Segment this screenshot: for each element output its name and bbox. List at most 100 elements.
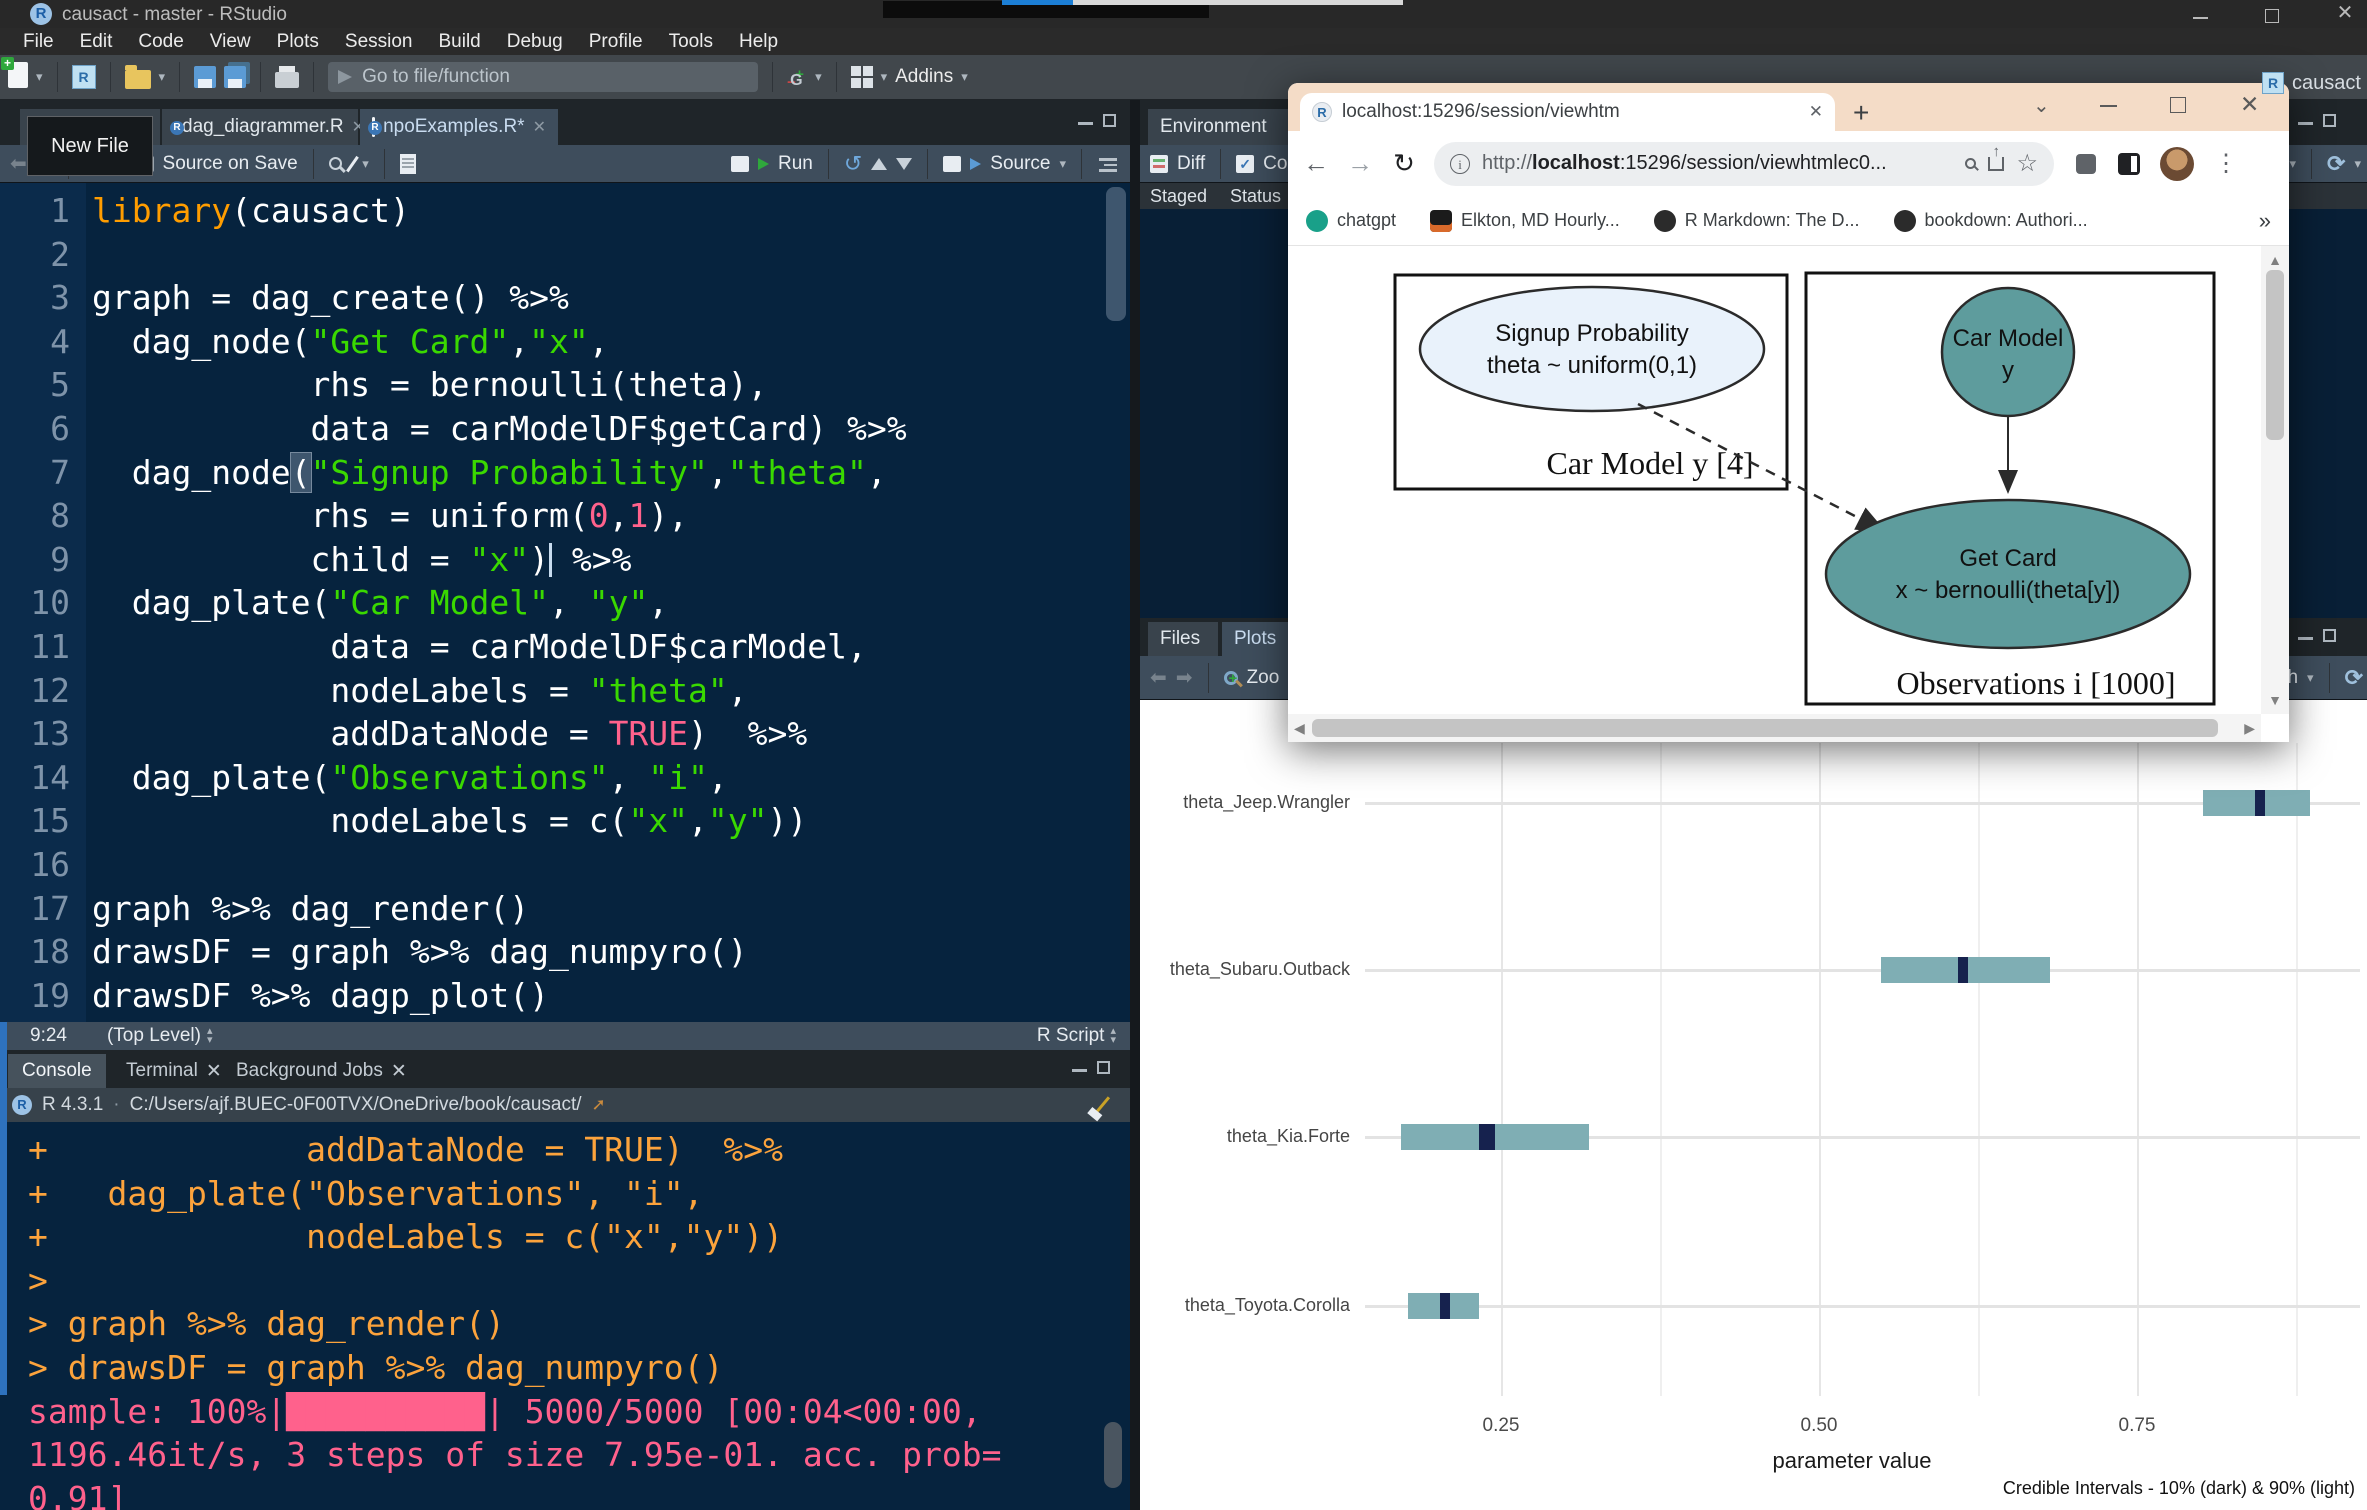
browser-back-icon[interactable]: ← [1294, 148, 1338, 179]
menu-help[interactable]: Help [726, 31, 791, 53]
goto-file-search[interactable]: Go to file/function [328, 62, 758, 92]
bookmark-item[interactable]: R Markdown: The D... [1654, 210, 1860, 232]
commit-button[interactable]: Co [1263, 153, 1287, 175]
vscroll-thumb[interactable] [2266, 270, 2284, 440]
tab-files[interactable]: Files [1148, 622, 1218, 656]
new-project-icon[interactable]: R [72, 65, 96, 89]
close-button[interactable]: ✕ [2325, 0, 2365, 25]
browser-reload-icon[interactable]: ↻ [1382, 148, 1426, 179]
open-file-icon[interactable] [125, 70, 151, 89]
extensions-icon[interactable] [2076, 154, 2096, 174]
compile-report-icon[interactable] [400, 154, 416, 174]
code-editor[interactable]: 1library(causact)23graph = dag_create() … [0, 183, 1130, 1022]
bookmarks-overflow-icon[interactable]: » [2259, 208, 2271, 234]
tab-close-icon[interactable]: ✕ [1809, 102, 1823, 122]
diff-icon[interactable] [1150, 155, 1168, 173]
refresh-icon[interactable]: ⟳ [2327, 151, 2345, 177]
pane-divider[interactable] [1130, 100, 1140, 1510]
chrome-menu-icon[interactable]: ⋮ [2214, 149, 2238, 178]
vertical-scrollbar[interactable]: ▲ ▼ [2261, 246, 2289, 714]
editor-pane-buttons[interactable] [1078, 114, 1116, 127]
new-file-caret[interactable]: ▾ [36, 69, 43, 85]
bookmark-star-icon[interactable]: ☆ [2016, 149, 2038, 178]
tab-close-icon[interactable]: ✕ [206, 1060, 222, 1083]
chrome-minimize-button[interactable] [2100, 93, 2117, 112]
menu-profile[interactable]: Profile [576, 31, 656, 53]
back-icon[interactable]: ⬅ [10, 151, 27, 176]
tab-close-icon[interactable]: ✕ [391, 1060, 407, 1083]
run-next-icon[interactable] [896, 158, 912, 170]
open-file-caret[interactable]: ▾ [159, 69, 166, 85]
bookmark-item[interactable]: bookdown: Authori... [1894, 210, 2088, 232]
menu-plots[interactable]: Plots [264, 31, 332, 53]
print-icon[interactable] [275, 72, 299, 88]
panes-caret[interactable]: ▾ [881, 69, 888, 85]
run-icon[interactable] [731, 156, 749, 172]
tab-terminal[interactable]: Terminal✕ [112, 1054, 236, 1088]
code-tools-icon[interactable] [346, 155, 358, 171]
source-caret[interactable]: ▾ [1059, 156, 1066, 172]
menu-edit[interactable]: Edit [67, 31, 126, 53]
horizontal-scrollbar[interactable]: ◀ ▶ [1288, 714, 2261, 742]
run-previous-icon[interactable] [871, 158, 887, 170]
commit-icon[interactable]: ✓ [1236, 155, 1254, 173]
editor-tab-npo-examples[interactable]: npoExamples.R*✕ [360, 109, 558, 145]
pane-minimize-icon[interactable] [1072, 1064, 1087, 1072]
save-icon[interactable] [194, 66, 216, 88]
menu-debug[interactable]: Debug [494, 31, 576, 53]
zoom-indicator-icon[interactable] [1965, 158, 1976, 169]
side-panel-icon[interactable] [2118, 153, 2140, 175]
previous-plot-icon[interactable]: ⬅ [1150, 665, 1167, 690]
chrome-close-button[interactable]: ✕ [2240, 91, 2259, 118]
export-caret[interactable]: ▾ [2307, 670, 2314, 686]
console-pane-buttons[interactable] [1072, 1061, 1110, 1074]
share-icon[interactable] [1988, 157, 2004, 171]
tab-environment[interactable]: Environment [1148, 109, 1298, 145]
menu-code[interactable]: Code [125, 31, 196, 53]
run-button[interactable]: Run [778, 153, 813, 175]
scroll-right-icon[interactable]: ▶ [2244, 720, 2255, 737]
maximize-button[interactable] [2252, 6, 2292, 29]
git-icon[interactable]: +−G [787, 66, 807, 88]
rerun-icon[interactable]: ↺ [844, 151, 862, 177]
bookmark-item[interactable]: Elkton, MD Hourly... [1430, 210, 1620, 232]
minimize-button[interactable] [2180, 2, 2220, 25]
refresh-caret[interactable]: ▾ [2354, 156, 2361, 172]
pane-minimize-icon[interactable] [1078, 117, 1093, 125]
save-all-icon[interactable] [224, 66, 246, 88]
address-bar[interactable]: i http://localhost:15296/session/viewhtm… [1434, 142, 2054, 186]
pane-minimize-icon[interactable] [2298, 117, 2313, 125]
pane-minimize-icon[interactable] [2298, 632, 2313, 640]
tab-plots[interactable]: Plots [1222, 622, 1298, 656]
scroll-left-icon[interactable]: ◀ [1294, 720, 1305, 737]
new-file-icon[interactable]: + [8, 62, 28, 93]
tab-close-icon[interactable]: ✕ [533, 117, 546, 137]
document-outline-icon[interactable] [1097, 155, 1117, 172]
git-caret[interactable]: ▾ [815, 69, 822, 85]
find-icon[interactable] [329, 157, 342, 170]
browser-forward-icon[interactable]: → [1338, 148, 1382, 179]
editor-tab-dag-diagrammer[interactable]: dag_diagrammer.R✕ [162, 109, 358, 145]
scroll-up-icon[interactable]: ▲ [2261, 252, 2289, 268]
pane-maximize-icon[interactable] [1097, 1061, 1110, 1074]
source-button[interactable]: Source [990, 153, 1050, 175]
tab-background-jobs[interactable]: Background Jobs✕ [222, 1054, 421, 1088]
menu-tools[interactable]: Tools [656, 31, 726, 53]
goto-directory-icon[interactable]: ➚ [592, 1095, 606, 1115]
site-info-icon[interactable]: i [1450, 154, 1470, 174]
menu-file[interactable]: File [10, 31, 67, 53]
hscroll-thumb[interactable] [1312, 719, 2218, 737]
zoom-plot-icon[interactable] [1224, 671, 1238, 685]
pane-maximize-icon[interactable] [1103, 114, 1116, 127]
console-output[interactable]: + addDataNode = TRUE) %>%+ dag_plate("Ob… [0, 1122, 1130, 1510]
clear-console-icon[interactable] [1095, 1096, 1110, 1113]
scroll-down-icon[interactable]: ▼ [2261, 692, 2289, 708]
pull-caret[interactable]: ▾ [2290, 156, 2297, 172]
browser-tab[interactable]: R localhost:15296/session/viewhtm ✕ [1300, 93, 1835, 131]
code-tools-caret[interactable]: ▾ [362, 156, 369, 172]
diff-button[interactable]: Diff [1177, 153, 1205, 175]
new-tab-button[interactable]: + [1853, 97, 1869, 129]
menu-build[interactable]: Build [426, 31, 494, 53]
pane-maximize-icon[interactable] [2323, 114, 2336, 127]
chrome-maximize-button[interactable] [2170, 97, 2186, 118]
